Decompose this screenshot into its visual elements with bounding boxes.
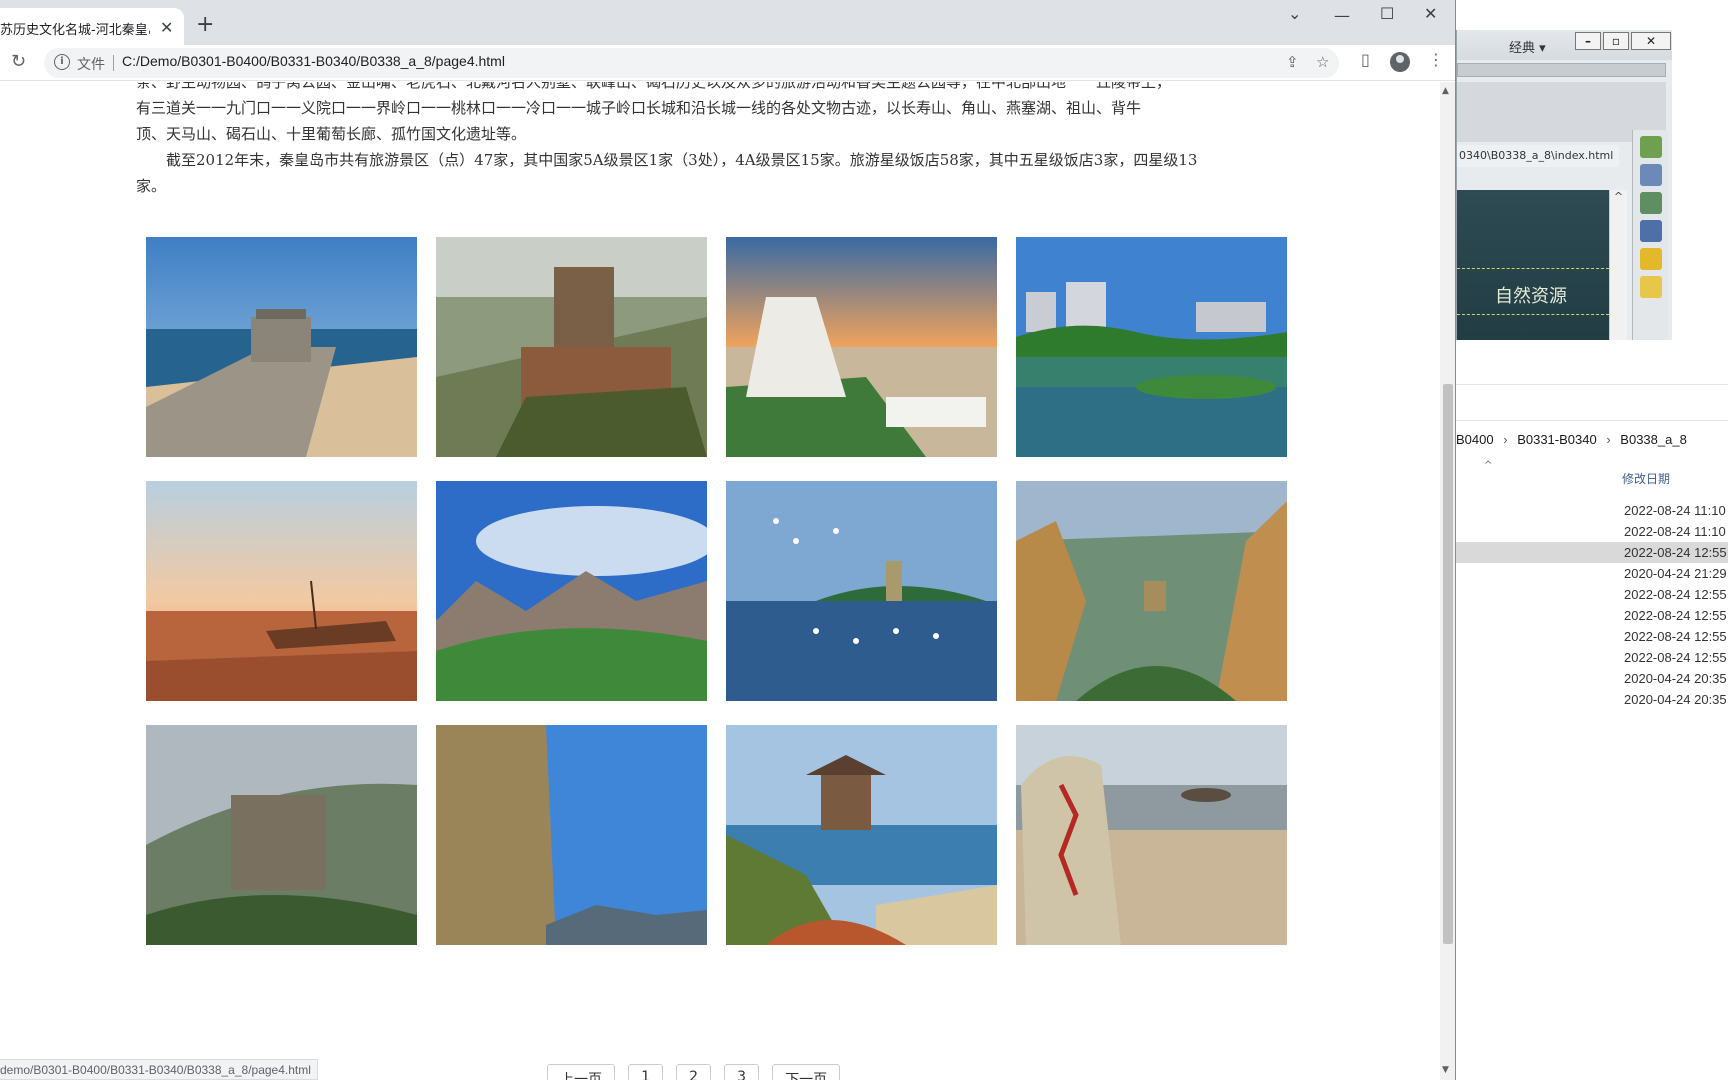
bg-toolbar-strip [1457,63,1666,77]
file-row-date[interactable]: 2022-08-24 11:10 [1456,521,1728,542]
bg-tool-panel [1632,130,1668,340]
side-panel-icon[interactable]: ▯ [1361,50,1370,69]
background-editor-window: 经典 ▾ – ▫ ✕ 0340\B0338_a_8\index.html 自然资… [1456,30,1672,340]
photo-egrets-lake-island[interactable] [726,481,997,701]
photo-laolongtou-great-wall-sea[interactable] [146,237,417,457]
divider [1456,384,1728,385]
bg-canvas-scrollbar[interactable]: ^ [1609,190,1627,340]
bg-maximize-button[interactable]: ▫ [1603,32,1629,50]
bg-close-button[interactable]: ✕ [1631,32,1671,50]
file-row-date[interactable]: 2020-04-24 20:35 [1456,689,1728,710]
page-3-button[interactable]: 3 [724,1064,760,1080]
file-row-date[interactable]: 2022-08-24 12:55 [1456,647,1728,668]
scroll-down-arrow-icon[interactable]: ▼ [1442,1065,1449,1075]
link-status-bar: demo/B0301-B0400/B0331-B0340/B0338_a_8/p… [0,1059,318,1080]
bg-design-canvas: 自然资源 [1457,190,1609,340]
chevron-right-icon: › [1606,432,1611,447]
photo-mountain-blue-sky[interactable] [436,481,707,701]
page-content: 条、野生动物园、鸽子窝公园、金山嘴、老虎石、北戴河名人别墅、联峰山、碣石历史以及… [0,82,1440,1080]
text-tool-icon[interactable] [1639,136,1662,158]
menu-kebab-icon[interactable]: ⋮ [1428,50,1444,69]
intro-paragraph-line: 条、野生动物园、鸽子窝公园、金山嘴、老虎石、北戴河名人别墅、联峰山、碣石历史以及… [136,82,1172,91]
file-row-date[interactable]: 2020-04-24 20:35 [1456,668,1728,689]
lightning-tool-icon[interactable] [1639,276,1662,298]
bg-document-path: 0340\B0338_a_8\index.html [1457,145,1619,167]
tab-title: 苏历史文化名城-河北秦皇岛 [0,23,150,38]
info-icon[interactable]: i [54,54,70,70]
canvas-heading: 自然资源 [1495,286,1567,307]
photo-lake-reflection-city[interactable] [1016,237,1287,457]
file-row-date[interactable]: 2022-08-24 12:55 [1456,584,1728,605]
close-window-button[interactable]: ✕ [1424,4,1437,23]
table-tool-icon[interactable] [1639,192,1662,214]
file-row-date[interactable]: 2022-08-24 12:55 [1456,605,1728,626]
tourism-stats-line: 家。 [136,177,167,195]
breadcrumb-item[interactable]: B0400 [1456,432,1494,447]
browser-toolbar: ↻ i 文件 C:/Demo/B0301-B0400/B0331-B0340/B… [0,45,1455,81]
scroll-up-arrow-icon[interactable]: ▲ [1442,86,1449,96]
page-1-button[interactable]: 1 [628,1064,664,1080]
grid-tool-icon[interactable] [1639,164,1662,186]
divider [1456,420,1728,421]
divider [113,55,114,71]
photo-coastal-hotel-sunset[interactable] [726,237,997,457]
guide-line [1457,314,1609,315]
background-editor-titlebar: 经典 ▾ – ▫ ✕ [1457,30,1672,60]
file-row-date[interactable]: 2020-04-24 21:29 [1456,563,1728,584]
modified-date-column-header[interactable]: 修改日期 [1622,470,1670,487]
reload-icon[interactable]: ↻ [11,51,26,72]
photo-watchtower-aerial[interactable] [436,237,707,457]
photo-canyon-watchtower[interactable] [1016,481,1287,701]
breadcrumb-item[interactable]: B0331-B0340 [1517,432,1597,447]
page-2-button[interactable]: 2 [676,1064,712,1080]
bookmark-star-icon[interactable]: ☆ [1316,53,1329,71]
profile-avatar-icon[interactable] [1390,52,1410,72]
intro-paragraph-line: 有三道关一一九门口一一义院口一一界岭口一一桃林口一一冷口一一城子岭口长城和沿长城… [136,99,1142,117]
file-row-date-selected[interactable]: 2022-08-24 12:55 [1456,542,1728,563]
scroll-thumb[interactable] [1443,384,1453,944]
tourism-stats-line: 截至2012年末，秦皇岛市共有旅游景区（点）47家，其中国家5A级景区1家（3处… [136,151,1198,169]
minimize-button[interactable]: — [1334,6,1350,25]
file-row-date[interactable]: 2022-08-24 12:55 [1456,626,1728,647]
file-explorer-window: B0400 › B0331-B0340 › B0338_a_8 ^ 修改日期 2… [1456,340,1728,1080]
photo-beidaihe-inscribed-rock[interactable] [1016,725,1287,945]
close-tab-icon[interactable]: ✕ [160,18,173,37]
file-row-date[interactable]: 2022-08-24 11:10 [1456,500,1728,521]
new-tab-button[interactable]: + [196,12,214,37]
file-list: 2022-08-24 11:10 2022-08-24 11:10 2022-0… [1456,500,1728,710]
breadcrumb-item[interactable]: B0338_a_8 [1620,432,1687,447]
file-scheme-label: 文件 [77,57,105,73]
url-text[interactable]: C:/Demo/B0301-B0400/B0331-B0340/B0338_a_… [122,53,505,69]
photo-ruined-wall-blue-sky[interactable] [436,725,707,945]
maximize-button[interactable]: ☐ [1380,4,1394,23]
intro-paragraph-line: 顶、天马山、碣石山、十里葡萄长廊、孤竹国文化遗址等。 [136,125,527,143]
workspace-mode-dropdown[interactable]: 经典 ▾ [1509,37,1546,56]
browser-window: 苏历史文化名城-河北秦皇岛 ✕ + ⌄ — ☐ ✕ ↻ i 文件 C:/Demo… [0,0,1456,1080]
address-bar[interactable]: i 文件 C:/Demo/B0301-B0400/B0331-B0340/B03… [44,48,1339,78]
photo-beach-boats-sunrise[interactable] [146,481,417,701]
pagination: 上一页 1 2 3 下一页 [547,1064,848,1080]
zoom-tool-icon[interactable] [1639,220,1662,242]
sort-up-icon: ^ [1484,460,1493,471]
bg-minimize-button[interactable]: – [1575,32,1601,50]
share-icon[interactable]: ⇪ [1286,53,1299,71]
chevron-right-icon: › [1503,432,1508,447]
active-tab[interactable]: 苏历史文化名城-河北秦皇岛 ✕ [0,8,184,45]
photo-pavilion-seaside[interactable] [726,725,997,945]
next-page-button[interactable]: 下一页 [772,1064,841,1080]
tab-search-icon[interactable]: ⌄ [1288,4,1301,23]
guide-line [1457,268,1609,269]
tab-strip: 苏历史文化名城-河北秦皇岛 ✕ + ⌄ — ☐ ✕ [0,0,1455,45]
prev-page-button[interactable]: 上一页 [547,1064,615,1080]
photo-stone-watchtower-hill[interactable] [146,725,417,945]
page-scrollbar[interactable]: ▲ ▼ [1440,82,1455,1080]
assets-tool-icon[interactable] [1639,248,1662,270]
explorer-breadcrumb: B0400 › B0331-B0340 › B0338_a_8 [1456,432,1693,447]
